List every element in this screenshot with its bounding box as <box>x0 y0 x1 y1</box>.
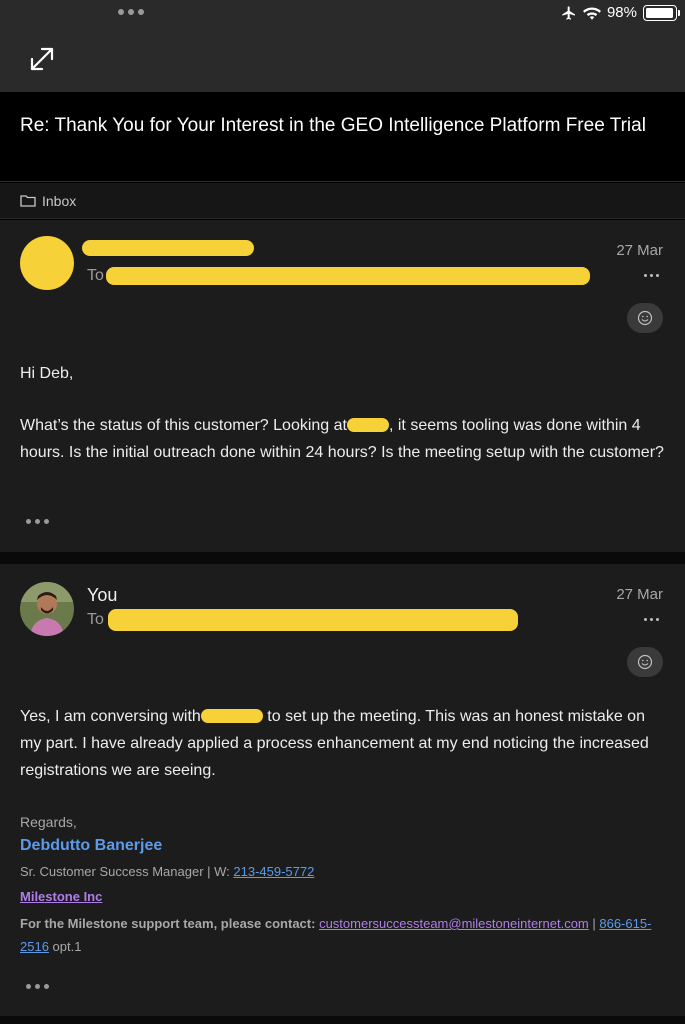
smiley-icon <box>637 310 653 326</box>
show-quoted-text-icon[interactable] <box>26 984 49 989</box>
smiley-icon <box>637 654 653 670</box>
redacted-recipients <box>106 267 590 285</box>
message-options-icon[interactable] <box>644 618 659 621</box>
message-card[interactable]: You To 27 Mar Yes, I am conversing with … <box>0 564 685 1016</box>
profile-photo <box>20 582 74 636</box>
subject-bar: Re: Thank You for Your Interest in the G… <box>0 92 685 182</box>
support-text: For the Milestone support team, please c… <box>20 916 320 931</box>
message-text: What’s the status of this customer? Look… <box>20 417 347 434</box>
status-bar: 98% <box>0 0 685 28</box>
signature-regards: Regards, <box>20 814 77 830</box>
company-link[interactable]: Milestone Inc <box>20 889 665 904</box>
message-date: 27 Mar <box>616 586 663 603</box>
avatar[interactable] <box>20 236 74 290</box>
sender-name: You <box>87 585 118 605</box>
redacted-sender <box>82 240 254 256</box>
divider <box>0 552 685 564</box>
redacted-recipients <box>108 609 518 631</box>
folder-breadcrumb[interactable]: Inbox <box>0 183 685 219</box>
message-greeting: Hi Deb, <box>20 365 74 382</box>
folder-label: Inbox <box>42 192 77 209</box>
support-contact: For the Milestone support team, please c… <box>20 912 665 958</box>
signature-title: Sr. Customer Success Manager | W: 213-45… <box>20 864 665 879</box>
support-email-link[interactable]: customersuccessteam@milestoneinternet.co… <box>319 916 589 931</box>
to-label: To <box>87 611 104 628</box>
message-card[interactable]: To 27 Mar Hi Deb, What’s the status of t… <box>0 220 685 552</box>
battery-icon <box>643 4 680 21</box>
folder-icon <box>20 195 36 207</box>
separator: | <box>588 916 600 931</box>
airplane-icon <box>562 5 575 20</box>
react-button[interactable] <box>627 647 663 677</box>
message-options-icon[interactable] <box>644 274 659 277</box>
avatar[interactable] <box>20 582 74 636</box>
divider <box>0 1016 685 1024</box>
message-body: Yes, I am conversing with to set up the … <box>20 703 665 784</box>
email-subject: Re: Thank You for Your Interest in the G… <box>20 115 646 136</box>
multitasking-dots-icon[interactable] <box>118 9 144 15</box>
phone-link[interactable]: 213-459-5772 <box>233 864 314 879</box>
expand-icon[interactable] <box>29 46 55 72</box>
message-date: 27 Mar <box>616 242 663 259</box>
battery-percent: 98% <box>606 4 637 21</box>
signature-title-text: Sr. Customer Success Manager | W: <box>20 864 234 879</box>
redacted-text <box>200 709 263 723</box>
toolbar <box>0 28 685 92</box>
react-button[interactable] <box>627 303 663 333</box>
message-body: What’s the status of this customer? Look… <box>20 412 665 466</box>
signature-name: Debdutto Banerjee <box>20 837 163 854</box>
show-quoted-text-icon[interactable] <box>26 519 49 524</box>
message-text: Yes, I am conversing with <box>20 708 201 725</box>
wifi-icon <box>582 6 601 20</box>
support-suffix: opt.1 <box>48 939 82 954</box>
redacted-text <box>346 418 389 432</box>
to-label: To <box>87 267 104 284</box>
